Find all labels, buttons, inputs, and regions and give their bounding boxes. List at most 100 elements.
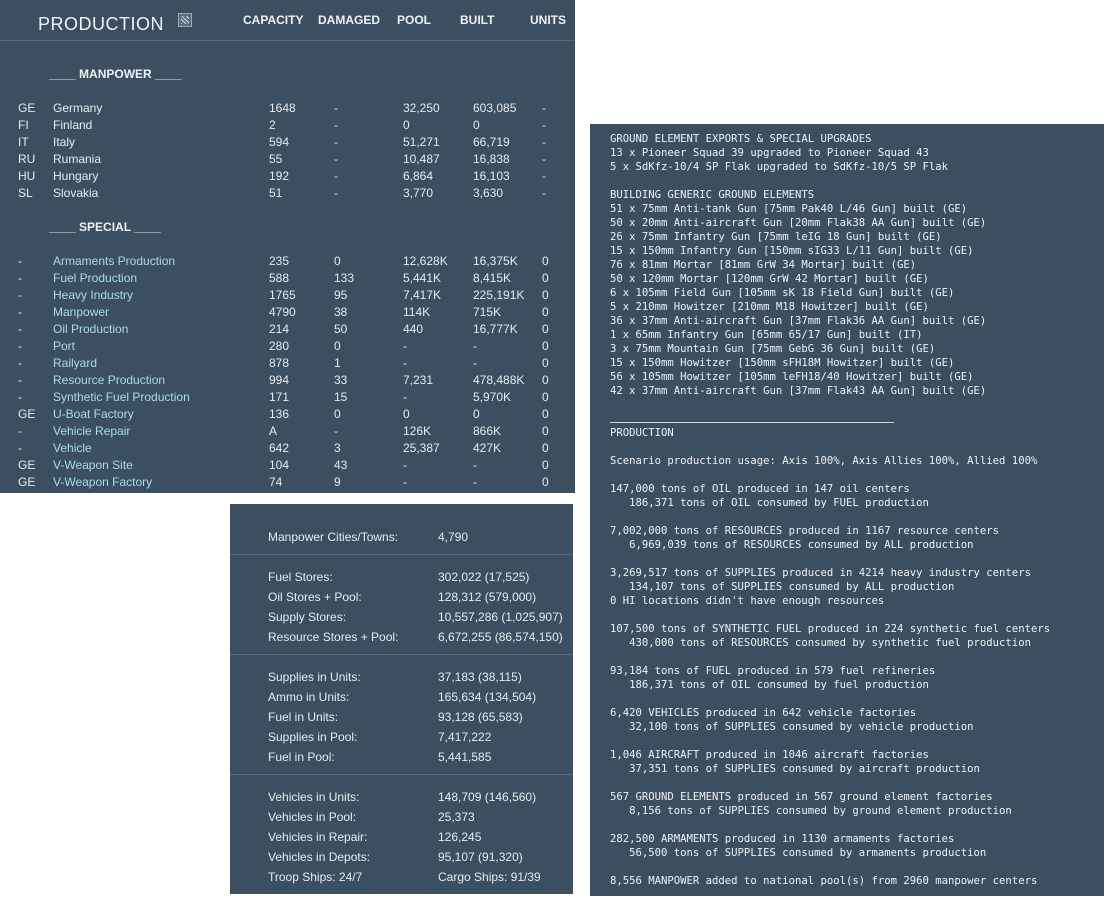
- cell-pool: 32,250: [403, 101, 440, 115]
- manpower-section-header: ____ MANPOWER ____: [49, 67, 182, 81]
- store-value: 148,709 (146,560): [438, 790, 537, 804]
- cell-name: Hungary: [53, 169, 99, 183]
- cell-built: 5,970K: [473, 390, 512, 404]
- store-label: Oil Stores + Pool:: [268, 590, 362, 604]
- cell-pool: -: [403, 339, 407, 353]
- table-row: FI Finland 2 - 0 0 -: [0, 118, 575, 135]
- cell-damaged: -: [334, 169, 338, 183]
- cell-built: 866K: [473, 424, 502, 438]
- cell-name[interactable]: U-Boat Factory: [53, 407, 134, 421]
- cell-capacity: 280: [269, 339, 290, 353]
- cell-units: 0: [542, 322, 549, 336]
- table-row: - Resource Production 994 33 7,231 478,488K 0: [0, 373, 575, 390]
- cell-code: -: [18, 254, 22, 268]
- cell-units: -: [542, 186, 546, 200]
- cell-capacity: 235: [269, 254, 290, 268]
- cell-damaged: 0: [334, 339, 341, 353]
- cell-name[interactable]: Vehicle Repair: [53, 424, 130, 438]
- cell-built: 478,488K: [473, 373, 525, 387]
- cell-code: GE: [18, 101, 36, 115]
- store-label: Fuel Stores:: [268, 570, 333, 584]
- cell-name[interactable]: V-Weapon Factory: [53, 475, 152, 489]
- store-value: 302,022 (17,525): [438, 570, 530, 584]
- store-value: 7,417,222: [438, 730, 492, 744]
- table-row: - Armaments Production 235 0 12,628K 16,375K 0: [0, 254, 575, 271]
- column-capacity: CAPACITY: [243, 13, 304, 27]
- store-label: Manpower Cities/Towns:: [268, 530, 399, 544]
- cell-pool: 7,231: [403, 373, 434, 387]
- cell-name[interactable]: V-Weapon Site: [53, 458, 133, 472]
- cell-name[interactable]: Manpower: [53, 305, 109, 319]
- cell-name: Finland: [53, 118, 93, 132]
- cell-name[interactable]: Heavy Industry: [53, 288, 133, 302]
- cell-capacity: 594: [269, 135, 290, 149]
- cell-code: GE: [18, 458, 36, 472]
- cell-capacity: A: [269, 424, 278, 438]
- cell-damaged: 15: [334, 390, 348, 404]
- cell-capacity: 51: [269, 186, 283, 200]
- cell-code: SL: [18, 186, 33, 200]
- cell-name[interactable]: Fuel Production: [53, 271, 137, 285]
- cell-code: IT: [18, 135, 29, 149]
- log-divider: [610, 422, 894, 423]
- store-value: 165,634 (134,504): [438, 690, 537, 704]
- cell-pool: 3,770: [403, 186, 434, 200]
- cell-capacity: 878: [269, 356, 290, 370]
- cell-damaged: -: [334, 135, 338, 149]
- cell-units: -: [542, 101, 546, 115]
- cell-capacity: 2: [269, 118, 276, 132]
- cell-capacity: 4790: [269, 305, 296, 319]
- cell-units: 0: [542, 373, 549, 387]
- cell-units: -: [542, 152, 546, 166]
- store-label: Resource Stores + Pool:: [268, 630, 399, 644]
- cell-name[interactable]: Vehicle: [53, 441, 92, 455]
- cell-pool: 0: [403, 118, 410, 132]
- cell-pool: -: [403, 390, 407, 404]
- cell-code: -: [18, 288, 22, 302]
- cell-built: -: [473, 475, 477, 489]
- store-label: Fuel in Units:: [268, 710, 339, 724]
- cell-units: 0: [542, 458, 549, 472]
- cell-capacity: 74: [269, 475, 283, 489]
- table-row: - Port 280 0 - - 0: [0, 339, 575, 356]
- store-label: Supply Stores:: [268, 610, 347, 624]
- cell-units: 0: [542, 339, 549, 353]
- cell-code: -: [18, 390, 22, 404]
- cell-name[interactable]: Port: [53, 339, 75, 353]
- special-section-header: ____ SPECIAL ____: [49, 220, 161, 234]
- store-label: Vehicles in Pool:: [268, 810, 357, 824]
- cell-pool: 51,271: [403, 135, 440, 149]
- cell-pool: 12,628K: [403, 254, 448, 268]
- column-pool: POOL: [397, 13, 432, 27]
- store-value: 4,790: [438, 530, 469, 544]
- cell-name: Italy: [53, 135, 76, 149]
- production-header: PRODUCTION CAPACITY DAMAGED POOL BUILT U…: [0, 0, 575, 41]
- cell-name[interactable]: Railyard: [53, 356, 97, 370]
- store-label: Ammo in Units:: [268, 690, 350, 704]
- cell-units: 0: [542, 475, 549, 489]
- cell-built: 16,103: [473, 169, 510, 183]
- cell-name[interactable]: Armaments Production: [53, 254, 175, 268]
- cell-units: 0: [542, 305, 549, 319]
- cell-damaged: 95: [334, 288, 348, 302]
- table-row: SL Slovakia 51 - 3,770 3,630 -: [0, 186, 575, 203]
- cell-built: -: [473, 458, 477, 472]
- cell-name[interactable]: Oil Production: [53, 322, 128, 336]
- cell-code: -: [18, 424, 22, 438]
- cell-units: -: [542, 135, 546, 149]
- cell-pool: 10,487: [403, 152, 440, 166]
- cell-units: 0: [542, 407, 549, 421]
- report-icon[interactable]: [178, 13, 192, 27]
- store-value: 126,245: [438, 830, 482, 844]
- cell-name[interactable]: Resource Production: [53, 373, 165, 387]
- cell-damaged: -: [334, 118, 338, 132]
- cell-units: 0: [542, 390, 549, 404]
- cell-name[interactable]: Synthetic Fuel Production: [53, 390, 190, 404]
- cell-damaged: 9: [334, 475, 341, 489]
- table-row: - Railyard 878 1 - - 0: [0, 356, 575, 373]
- cell-capacity: 588: [269, 271, 290, 285]
- divider: [230, 554, 573, 555]
- table-row: - Vehicle Repair A - 126K 866K 0: [0, 424, 575, 441]
- cell-units: 0: [542, 424, 549, 438]
- cell-damaged: 33: [334, 373, 348, 387]
